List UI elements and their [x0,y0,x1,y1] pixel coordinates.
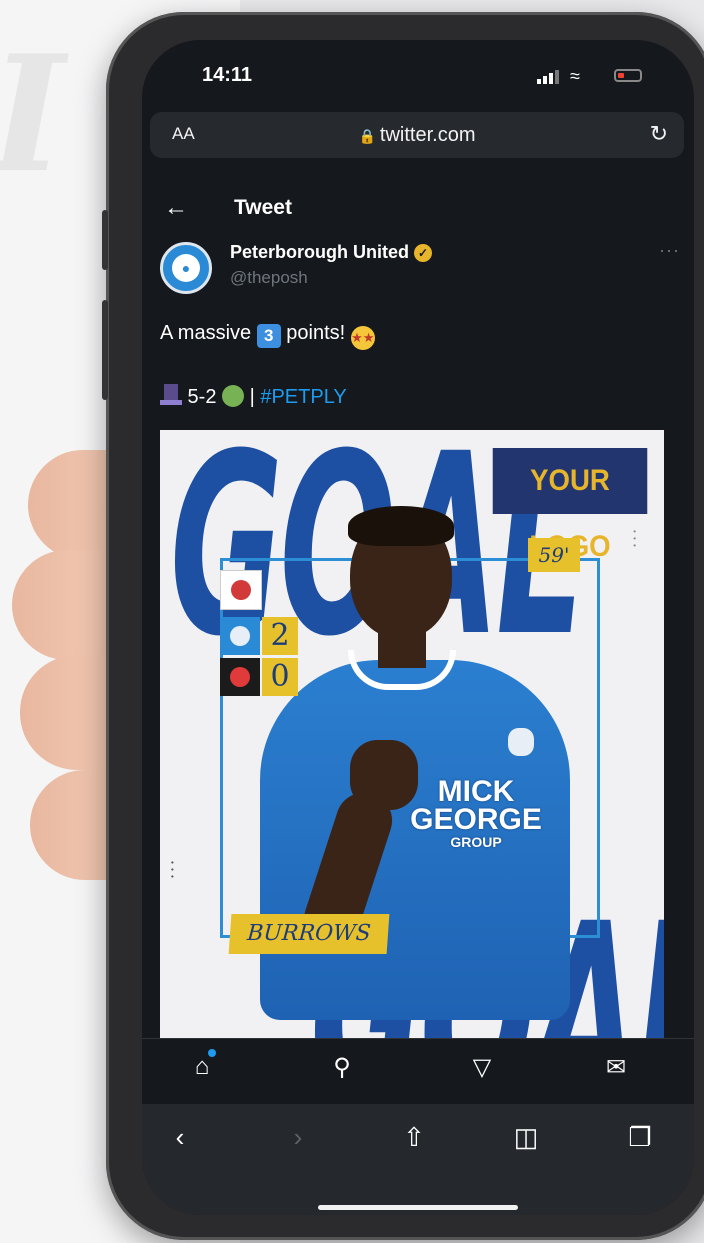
more-options-icon[interactable]: ··· [659,240,680,261]
date-caption: • • • [168,860,177,878]
author-name[interactable]: Peterborough United ✓ [230,242,432,263]
away-score: 0 [262,658,298,696]
avatar[interactable]: ● [160,242,212,294]
tweet-separator: | [244,386,261,408]
star-eyes-emoji-icon: ★★ [350,326,375,350]
notifications-tab-icon[interactable]: ▽ [462,1053,502,1089]
url-text: twitter.com [379,124,476,146]
side-button [102,300,108,400]
back-arrow-icon[interactable]: ← [164,194,188,222]
author-name-text: Peterborough United [230,242,409,262]
player-name-plate: BURROWS [228,914,390,954]
url-display[interactable]: 🔒 twitter.com [150,124,684,147]
away-badge [230,667,250,687]
number-emoji-icon: 3 [256,324,281,348]
top-hat-emoji-icon [160,384,182,406]
twitter-tab-bar: ⌂ ⚲ ▽ ✉ [142,1038,694,1103]
tweet-text-part: A massive [160,322,257,344]
shirt-sponsor: MICK GEORGE GROUP [406,777,546,851]
battery-icon [614,69,642,82]
side-caption: • • • [630,530,639,548]
lock-icon: 🔒 [358,128,376,144]
sponsor-line: GROUP [450,834,502,850]
home-crest-icon [220,617,260,655]
messages-tab-icon[interactable]: ✉ [596,1053,636,1089]
safari-toolbar: ‹ › ⇧ ◫ ❐ [142,1104,694,1215]
side-button [102,210,108,270]
page-title: Tweet [234,196,292,219]
league-crest-icon [220,570,262,610]
notification-dot [208,1049,216,1057]
sponsor-line: GEORGE [410,803,542,836]
shirt-crest-icon [508,728,534,756]
tweet-header: ← Tweet [142,190,694,230]
forward-icon[interactable]: › [276,1122,320,1162]
tweet-score: 5-2 [182,386,223,408]
bookmarks-icon[interactable]: ◫ [504,1122,548,1162]
hashtag-link[interactable]: #PETPLY [260,386,346,408]
home-indicator[interactable] [318,1205,518,1210]
background-watermark: I [0,20,65,208]
wifi-icon: ≈ [570,66,580,86]
signal-icon [537,70,559,84]
tweet-media-image[interactable]: GOAL GOAL YOUR LOGO • • • • • • MICKGEOR… [160,430,664,1038]
goal-minute: 59' [528,538,580,572]
home-score: 2 [262,617,298,655]
tweet-text-line2: 5-2 | #PETPLY [160,384,347,409]
tabs-icon[interactable]: ❐ [618,1122,662,1162]
status-bar: 14:11 ≈ [142,40,694,110]
green-circle-emoji-icon [222,385,245,407]
back-icon[interactable]: ‹ [158,1122,202,1162]
tweet-text-part: points! [280,322,351,344]
home-badge [230,626,250,646]
status-time: 14:11 [202,64,253,86]
reload-icon[interactable]: ↻ [650,121,668,147]
author-handle[interactable]: @theposh [230,268,308,288]
search-tab-icon[interactable]: ⚲ [322,1053,362,1089]
tweet-author: ● Peterborough United ✓ @theposh ··· [160,240,680,300]
share-icon[interactable]: ⇧ [392,1122,436,1162]
home-tab-icon[interactable]: ⌂ [182,1049,222,1089]
club-crest-icon: ● [172,254,200,282]
browser-address-bar[interactable]: AA 🔒 twitter.com ↻ [150,112,684,158]
player-hair [348,506,454,546]
tweet-text-line1: A massive 3 points! ★★ [160,322,375,350]
verified-badge-icon: ✓ [414,244,432,262]
away-crest-icon [220,658,260,696]
league-badge [231,580,251,600]
phone-screen: 14:11 ≈ AA 🔒 twitter.com ↻ ← Tweet ● Pete… [142,40,694,1215]
